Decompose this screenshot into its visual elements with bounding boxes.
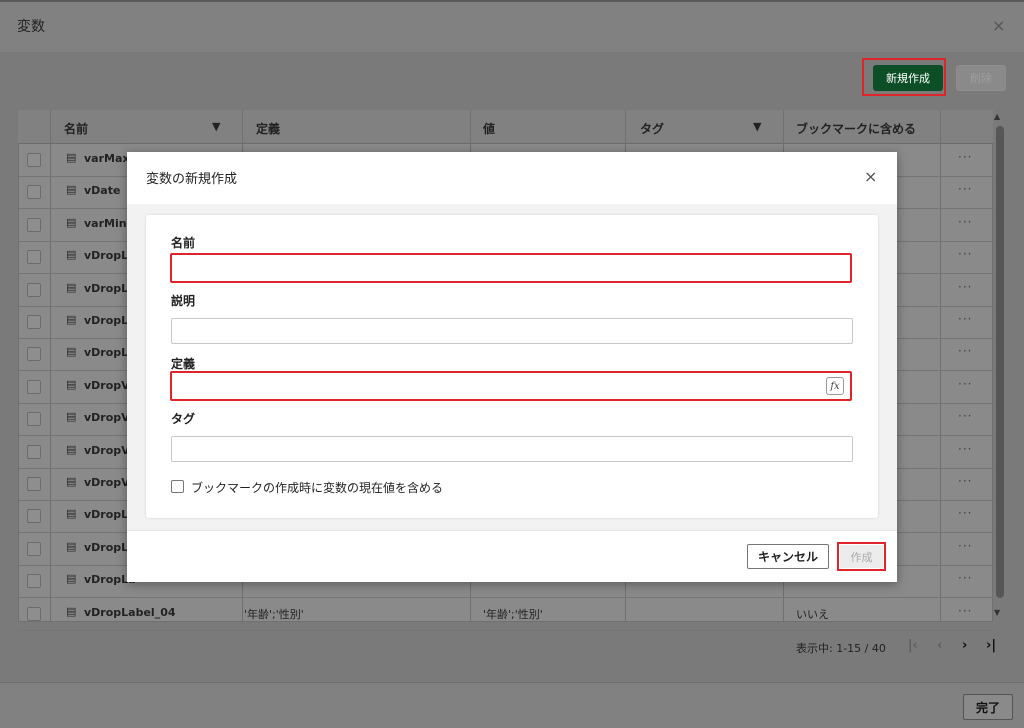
definition-input[interactable] bbox=[170, 371, 852, 401]
row-checkbox[interactable] bbox=[27, 379, 41, 394]
header-value[interactable]: 値 bbox=[483, 120, 495, 137]
modal-title: 変数の新規作成 bbox=[146, 172, 238, 187]
close-icon[interactable]: × bbox=[992, 16, 1005, 35]
more-options-icon[interactable]: ··· bbox=[958, 442, 972, 456]
bookmark-current-value-checkbox[interactable] bbox=[171, 480, 184, 493]
variable-icon: ▤ bbox=[66, 280, 77, 294]
first-page-icon[interactable]: |‹ bbox=[908, 638, 918, 653]
variable-icon: ▤ bbox=[66, 377, 77, 391]
next-page-icon[interactable]: › bbox=[962, 638, 967, 653]
row-checkbox[interactable] bbox=[27, 412, 41, 427]
tag-label: タグ bbox=[171, 412, 196, 426]
scrollbar-thumb[interactable] bbox=[996, 126, 1004, 598]
row-checkbox[interactable] bbox=[27, 282, 41, 297]
row-checkbox[interactable] bbox=[27, 606, 41, 621]
more-options-icon[interactable]: ··· bbox=[958, 409, 972, 423]
header-definition[interactable]: 定義 bbox=[256, 120, 280, 137]
more-options-icon[interactable]: ··· bbox=[958, 571, 972, 585]
create-button[interactable]: 作成 bbox=[840, 545, 883, 568]
row-checkbox[interactable] bbox=[27, 347, 41, 362]
variable-value: '年齢';'性別' bbox=[483, 607, 543, 621]
row-checkbox[interactable] bbox=[27, 509, 41, 524]
more-options-icon[interactable]: ··· bbox=[958, 377, 972, 391]
more-options-icon[interactable]: ··· bbox=[958, 280, 972, 294]
function-fx-icon[interactable]: fx bbox=[826, 377, 844, 395]
name-label: 名前 bbox=[171, 236, 196, 250]
definition-label: 定義 bbox=[171, 357, 196, 371]
variables-dialog-header bbox=[0, 0, 1024, 52]
more-options-icon[interactable]: ··· bbox=[958, 604, 972, 618]
variable-icon: ▤ bbox=[66, 183, 77, 197]
more-options-icon[interactable]: ··· bbox=[958, 150, 972, 164]
table-header: 名前 ▼ 定義 値 タグ ▼ ブックマークに含める bbox=[18, 110, 993, 144]
more-options-icon[interactable]: ··· bbox=[958, 312, 972, 326]
filter-icon[interactable]: ▼ bbox=[753, 120, 761, 133]
filter-icon[interactable]: ▼ bbox=[212, 120, 220, 133]
cancel-button[interactable]: キャンセル bbox=[747, 544, 829, 569]
description-input[interactable] bbox=[171, 318, 853, 344]
header-name[interactable]: 名前 bbox=[64, 120, 88, 137]
row-checkbox[interactable] bbox=[27, 315, 41, 329]
row-checkbox[interactable] bbox=[27, 574, 41, 589]
row-checkbox[interactable] bbox=[27, 217, 41, 232]
delete-button[interactable]: 削除 bbox=[956, 65, 1006, 91]
done-button[interactable]: 完了 bbox=[963, 694, 1013, 720]
header-tag[interactable]: タグ bbox=[640, 120, 664, 137]
table-row[interactable]: ▤ vDropLabel_04 '年齢';'性別' '年齢';'性別' いいえ ··· bbox=[18, 598, 993, 631]
row-checkbox[interactable] bbox=[27, 185, 41, 200]
row-checkbox[interactable] bbox=[27, 444, 41, 459]
variable-icon: ▤ bbox=[66, 572, 77, 586]
more-options-icon[interactable]: ··· bbox=[958, 474, 972, 488]
variable-icon: ▤ bbox=[66, 215, 77, 229]
more-options-icon[interactable]: ··· bbox=[958, 539, 972, 553]
more-options-icon[interactable]: ··· bbox=[958, 182, 972, 196]
description-label: 説明 bbox=[171, 294, 196, 308]
variable-icon: ▤ bbox=[66, 345, 77, 359]
variable-icon: ▤ bbox=[66, 442, 77, 456]
variable-name: vDropLabel_04 bbox=[84, 605, 176, 619]
prev-page-icon[interactable]: ‹ bbox=[937, 638, 942, 653]
name-input[interactable] bbox=[170, 253, 852, 283]
variable-icon: ▤ bbox=[66, 248, 77, 262]
scroll-down-icon[interactable]: ▼ bbox=[994, 608, 1000, 617]
row-checkbox[interactable] bbox=[27, 250, 41, 265]
bookmark-checkbox-label: ブックマークの作成時に変数の現在値を含める bbox=[191, 481, 444, 495]
variable-name: vDate bbox=[84, 184, 121, 198]
row-checkbox[interactable] bbox=[27, 477, 41, 491]
row-checkbox[interactable] bbox=[27, 153, 41, 167]
variables-dialog-footer bbox=[0, 682, 1024, 728]
variable-icon: ▤ bbox=[66, 313, 77, 326]
tag-input[interactable] bbox=[171, 436, 853, 462]
variable-icon: ▤ bbox=[66, 410, 77, 424]
more-options-icon[interactable]: ··· bbox=[958, 344, 972, 358]
variable-icon: ▤ bbox=[66, 539, 77, 553]
scroll-up-icon[interactable]: ▲ bbox=[994, 112, 1000, 121]
variable-definition: '年齢';'性別' bbox=[244, 607, 304, 621]
variable-bookmark: いいえ bbox=[796, 607, 829, 621]
row-checkbox[interactable] bbox=[27, 541, 41, 556]
variable-icon: ▤ bbox=[66, 507, 77, 521]
variable-icon: ▤ bbox=[66, 151, 77, 164]
variable-icon: ▤ bbox=[66, 604, 77, 618]
header-bookmark[interactable]: ブックマークに含める bbox=[796, 120, 916, 137]
variables-dialog-title: 変数 bbox=[17, 19, 45, 35]
modal-close-icon[interactable]: × bbox=[864, 167, 877, 186]
new-button-highlight bbox=[862, 58, 946, 96]
more-options-icon[interactable]: ··· bbox=[958, 215, 972, 229]
more-options-icon[interactable]: ··· bbox=[958, 506, 972, 520]
variable-icon: ▤ bbox=[66, 475, 77, 488]
pagination-status: 表示中: 1-15 / 40 bbox=[796, 642, 886, 655]
modal-header bbox=[127, 152, 897, 204]
more-options-icon[interactable]: ··· bbox=[958, 247, 972, 261]
last-page-icon[interactable]: ›| bbox=[986, 638, 996, 653]
